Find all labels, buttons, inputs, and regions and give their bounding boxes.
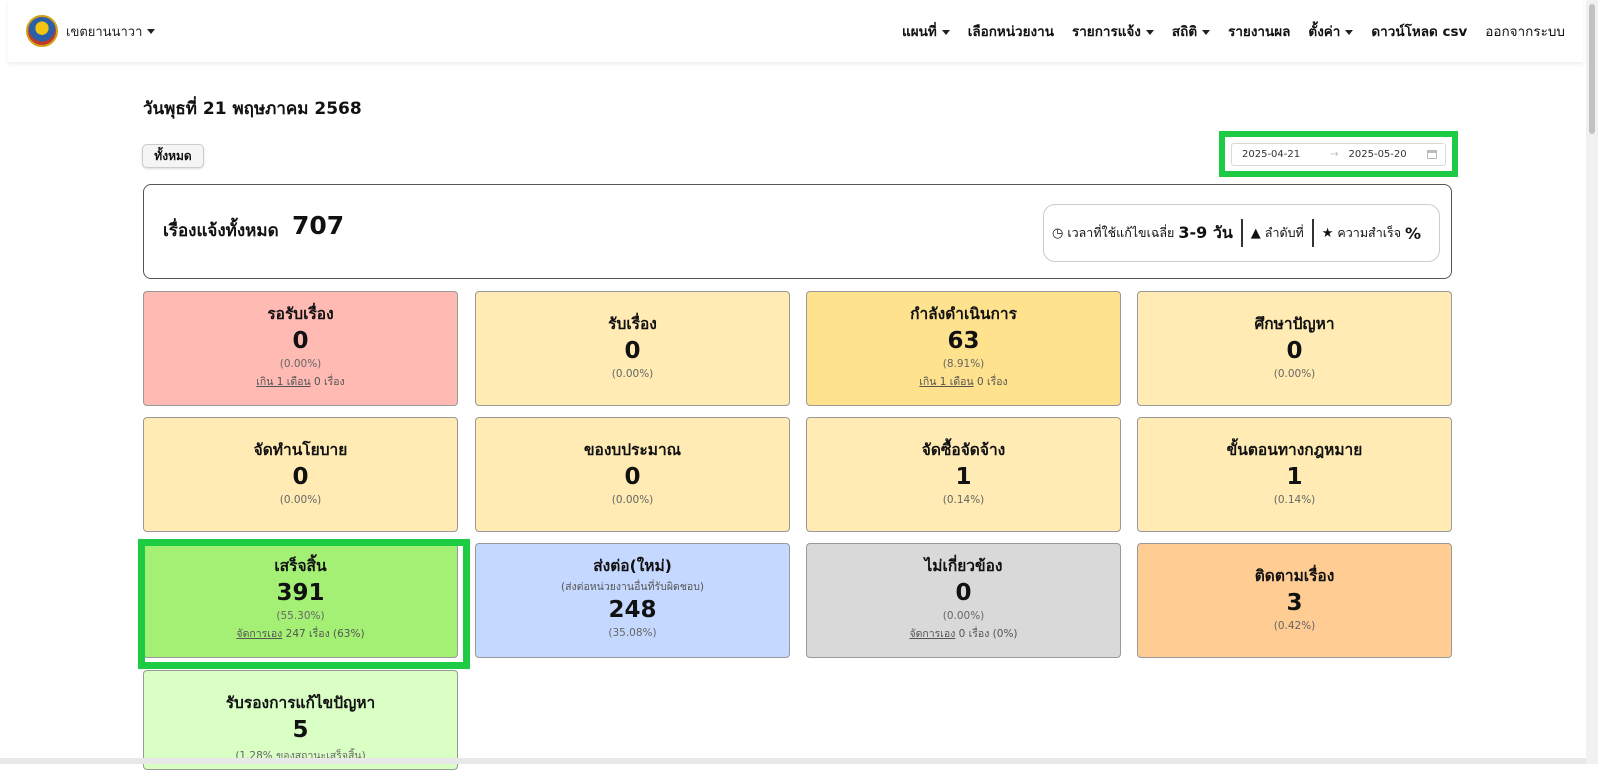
status-card-received[interactable]: รับเรื่อง 0 (0.00%) [475, 291, 790, 406]
menu-download-csv[interactable]: ดาวน์โหลด csv [1371, 20, 1467, 42]
menu-reports-list[interactable]: รายการแจ้ง [1072, 20, 1154, 42]
overdue-link[interactable]: เกิน 1 เดือน [919, 376, 973, 388]
date-range-picker[interactable]: 2025-04-21 → 2025-05-20 [1231, 143, 1446, 166]
status-card-legal[interactable]: ขั้นตอนทางกฎหมาย 1 (0.14%) [1137, 417, 1452, 532]
horizontal-scrollbar[interactable] [0, 758, 1586, 764]
stats-pill: ◷ เวลาที่ใช้แก้ไขเฉลี่ย 3-9 วัน ▲ ลำดับท… [1043, 204, 1440, 262]
status-card-in-progress[interactable]: กำลังดำเนินการ 63 (8.91%) เกิน 1 เดือน 0… [806, 291, 1121, 406]
trophy-icon: ★ [1322, 226, 1334, 241]
org-selector[interactable]: เขตยานนาวา [26, 15, 155, 47]
status-card-policy[interactable]: จัดทำนโยบาย 0 (0.00%) [143, 417, 458, 532]
scroll-thumb[interactable] [1589, 4, 1595, 134]
menu-statistics[interactable]: สถิติ [1172, 20, 1210, 42]
overdue-link[interactable]: เกิน 1 เดือน [256, 376, 310, 388]
menu-map[interactable]: แผนที่ [902, 20, 950, 42]
rank-stat[interactable]: ▲ ลำดับที่ [1241, 219, 1312, 247]
menu-settings[interactable]: ตั้งค่า [1308, 20, 1353, 42]
date-start[interactable]: 2025-04-21 [1242, 149, 1300, 160]
status-card-study[interactable]: ศึกษาปัญหา 0 (0.00%) [1137, 291, 1452, 406]
total-label: เรื่องแจ้งทั้งหมด [163, 217, 279, 244]
date-end[interactable]: 2025-05-20 [1349, 149, 1407, 160]
total-value: 707 [292, 211, 344, 240]
status-card-follow-up[interactable]: ติดตามเรื่อง 3 (0.42%) [1137, 543, 1452, 658]
menu-select-unit[interactable]: เลือกหน่วยงาน [968, 20, 1054, 42]
menu-results-report[interactable]: รายงานผล [1228, 20, 1290, 42]
self-handled-link[interactable]: จัดการเอง [909, 628, 955, 640]
chevron-down-icon [1345, 30, 1353, 35]
org-name: เขตยานนาวา [66, 21, 142, 42]
chevron-down-icon [147, 29, 155, 34]
menu-logout[interactable]: ออกจากระบบ [1485, 20, 1565, 42]
chevron-down-icon [1146, 30, 1154, 35]
vertical-scrollbar[interactable] [1586, 0, 1598, 764]
avg-time-stat: ◷ เวลาที่ใช้แก้ไขเฉลี่ย 3-9 วัน [1044, 219, 1241, 247]
status-card-forwarded[interactable]: ส่งต่อ(ใหม่) (ส่งต่อหน่วยงานอื่นที่รับผิ… [475, 543, 790, 658]
top-navbar: เขตยานนาวา แผนที่ เลือกหน่วยงาน รายการแจ… [8, 0, 1583, 62]
status-card-irrelevant[interactable]: ไม่เกี่ยวข้อง 0 (0.00%) จัดการเอง 0 เรื่… [806, 543, 1121, 658]
arrow-right-icon: → [1330, 149, 1338, 160]
status-card-procurement[interactable]: จัดซื้อจัดจ้าง 1 (0.14%) [806, 417, 1121, 532]
district-logo-icon [26, 15, 58, 47]
page-date-title: วันพุธที่ 21 พฤษภาคม 2568 [143, 95, 362, 122]
ranking-icon: ▲ [1251, 226, 1261, 241]
filter-all-button[interactable]: ทั้งหมด [142, 144, 204, 168]
user-clock-icon: ◷ [1052, 226, 1063, 241]
status-card-waiting[interactable]: รอรับเรื่อง 0 (0.00%) เกิน 1 เดือน 0 เรื… [143, 291, 458, 406]
status-card-budget[interactable]: ของบประมาณ 0 (0.00%) [475, 417, 790, 532]
chevron-down-icon [942, 30, 950, 35]
chevron-down-icon [1202, 30, 1210, 35]
main-menu: แผนที่ เลือกหน่วยงาน รายการแจ้ง สถิติ รา… [884, 0, 1565, 62]
total-summary-box: เรื่องแจ้งทั้งหมด 707 ◷ เวลาที่ใช้แก้ไขเ… [143, 184, 1452, 279]
success-stat: ★ ความสำเร็จ % [1312, 219, 1429, 247]
status-card-certified[interactable]: รับรองการแก้ไขปัญหา 5 (1.28% ของสถานะเสร… [143, 670, 458, 770]
completed-card-highlight [138, 539, 470, 669]
calendar-icon[interactable] [1427, 150, 1437, 159]
